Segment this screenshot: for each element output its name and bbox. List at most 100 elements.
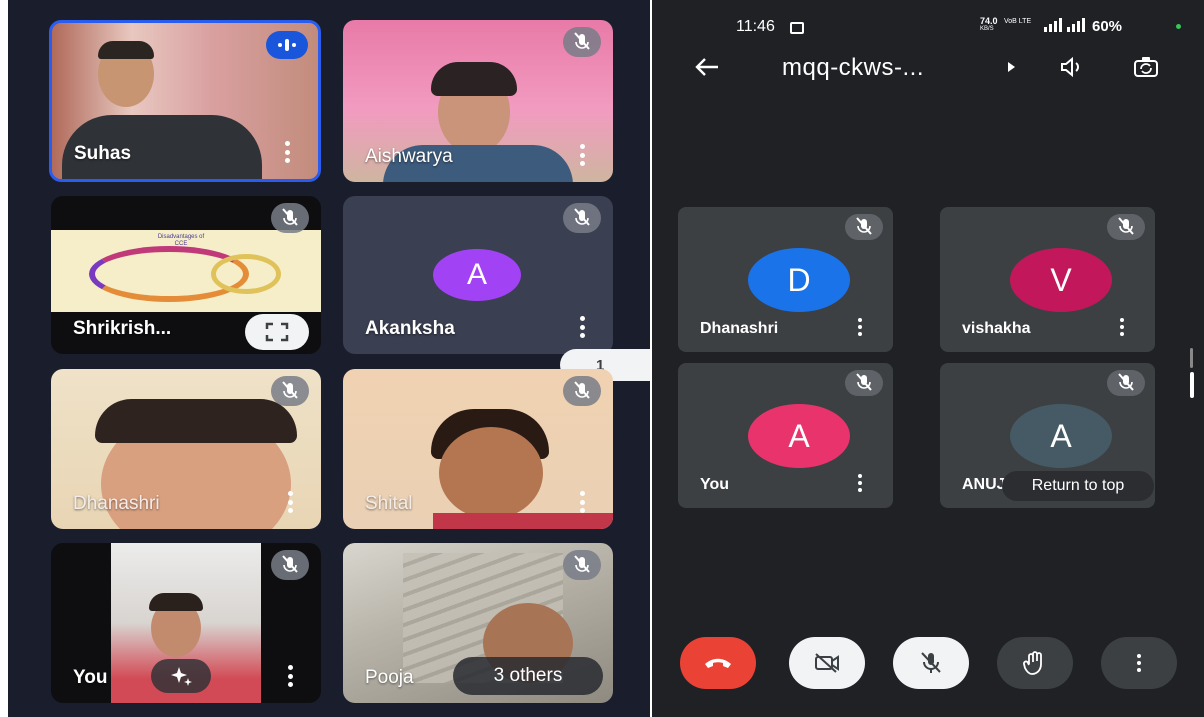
net-type: VoB LTE <box>1004 18 1032 25</box>
status-bar: 11:46 74.0 KB/S VoB LTE 60% <box>652 0 1204 50</box>
mic-off-icon <box>271 376 309 406</box>
video-off-icon <box>815 653 839 673</box>
meet-call-screen: 11:46 74.0 KB/S VoB LTE 60% mqq-ckws-...… <box>652 0 1204 717</box>
more-options-icon[interactable] <box>579 144 585 166</box>
participant-tile-dhanashri[interactable]: Dhanashri <box>51 369 321 529</box>
camera-switch-icon[interactable] <box>1132 54 1160 80</box>
participant-tile-you[interactable]: A You <box>678 363 893 508</box>
avatar: A <box>433 249 521 301</box>
participant-body <box>433 513 613 529</box>
speaker-icon[interactable] <box>1059 56 1083 78</box>
phone-hangup-icon <box>705 658 731 668</box>
participant-name: vishakha <box>962 320 1031 337</box>
participant-hair <box>431 62 517 96</box>
participant-tile-pooja[interactable]: Pooja 3 others <box>343 543 613 703</box>
battery-level: 60% <box>1092 18 1123 35</box>
avatar-letter: V <box>1050 261 1072 298</box>
more-options-icon[interactable] <box>857 474 863 492</box>
participant-name: Dhanashri <box>73 493 160 514</box>
mic-off-icon <box>563 203 601 233</box>
participant-tile-akanksha[interactable]: A Akanksha <box>343 196 613 354</box>
effects-button[interactable] <box>151 659 211 693</box>
participant-name: ANUJ <box>962 476 1006 493</box>
mic-off-icon <box>563 27 601 57</box>
participant-name: Shital <box>365 493 413 514</box>
camera-toggle-button[interactable] <box>789 637 865 689</box>
net-speed-unit: KB/S <box>980 26 994 32</box>
end-call-button[interactable] <box>680 637 756 689</box>
participant-tile-anuj[interactable]: A ANUJ Return to top <box>940 363 1155 508</box>
mic-toggle-button[interactable] <box>893 637 969 689</box>
scrollbar[interactable] <box>1190 348 1194 398</box>
presentation-slide: Disadvantages of CCE <box>51 230 321 312</box>
net-speed: 74.0 <box>980 16 998 26</box>
avatar: A <box>1010 404 1112 468</box>
meeting-header: mqq-ckws-... <box>652 46 1204 88</box>
participant-tile-aishwarya[interactable]: Aishwarya <box>343 20 613 182</box>
mic-off-icon <box>563 376 601 406</box>
mic-off-icon <box>563 550 601 580</box>
avatar: A <box>748 404 850 468</box>
mic-off-icon <box>921 652 941 673</box>
mic-off-icon <box>845 214 883 240</box>
participant-name: Aishwarya <box>365 146 453 167</box>
sparkle-icon <box>171 667 192 686</box>
scrollbar-thumb[interactable] <box>1190 372 1194 398</box>
participant-hair <box>149 593 203 611</box>
participant-tile-you[interactable]: You <box>51 543 321 703</box>
more-options-icon[interactable] <box>579 316 585 338</box>
mic-off-icon <box>1107 370 1145 396</box>
more-options-icon[interactable] <box>287 491 293 513</box>
participant-tile-suhas[interactable]: Suhas <box>49 20 321 182</box>
others-label: 3 others <box>493 665 563 686</box>
mic-off-icon <box>845 370 883 396</box>
slide-arc <box>211 254 281 294</box>
mic-off-icon <box>271 550 309 580</box>
others-badge[interactable]: 3 others <box>453 657 603 695</box>
left-participant-grid: Suhas Aishwarya Disadvantages of CCE Shr… <box>8 0 650 717</box>
meeting-code[interactable]: mqq-ckws-... <box>782 54 924 82</box>
speaking-indicator-icon <box>266 31 308 59</box>
hand-icon <box>1023 651 1042 675</box>
more-options-icon[interactable] <box>287 665 293 687</box>
status-time: 11:46 <box>736 18 775 35</box>
participant-name: Suhas <box>74 143 132 164</box>
chevron-right-icon[interactable] <box>1008 62 1015 72</box>
more-options-icon[interactable] <box>857 318 863 336</box>
return-to-top-button[interactable]: Return to top <box>1002 471 1154 501</box>
more-options-icon[interactable] <box>1119 318 1125 336</box>
participant-video <box>439 427 543 519</box>
signal-icon <box>1044 18 1062 32</box>
fullscreen-button[interactable] <box>245 314 309 350</box>
avatar-letter: A <box>1050 417 1072 454</box>
avatar: V <box>1010 248 1112 312</box>
charging-dot-icon <box>1176 24 1181 29</box>
participant-tile-shital[interactable]: Shital <box>343 369 613 529</box>
signal-icon <box>1067 18 1085 32</box>
participant-hair <box>95 399 297 443</box>
participant-name: Akanksha <box>365 318 455 339</box>
avatar-letter: A <box>788 417 810 454</box>
participant-name: Pooja <box>365 667 414 688</box>
more-vertical-icon <box>1137 654 1141 672</box>
arrow-left-icon[interactable] <box>694 56 720 78</box>
participant-name: You <box>73 667 108 688</box>
avatar: D <box>748 248 850 312</box>
avatar-letter: A <box>466 258 487 291</box>
raise-hand-button[interactable] <box>997 637 1073 689</box>
participant-name: You <box>700 476 730 493</box>
participant-name: Shrikrish... <box>73 318 172 339</box>
more-options-icon[interactable] <box>284 141 290 163</box>
more-options-button[interactable] <box>1101 637 1177 689</box>
scrollbar-track <box>1190 348 1193 368</box>
participant-tile-vishakha[interactable]: V vishakha <box>940 207 1155 352</box>
avatar-letter: D <box>787 261 811 298</box>
fullscreen-icon <box>265 322 289 342</box>
participant-tile-dhanashri[interactable]: D Dhanashri <box>678 207 893 352</box>
screen-record-icon <box>790 22 804 34</box>
more-options-icon[interactable] <box>579 491 585 513</box>
participant-name: Dhanashri <box>700 320 779 337</box>
mic-off-icon <box>1107 214 1145 240</box>
participant-tile-shrikrishna[interactable]: Disadvantages of CCE Shrikrish... <box>51 196 321 354</box>
return-to-top-label: Return to top <box>1031 477 1125 494</box>
